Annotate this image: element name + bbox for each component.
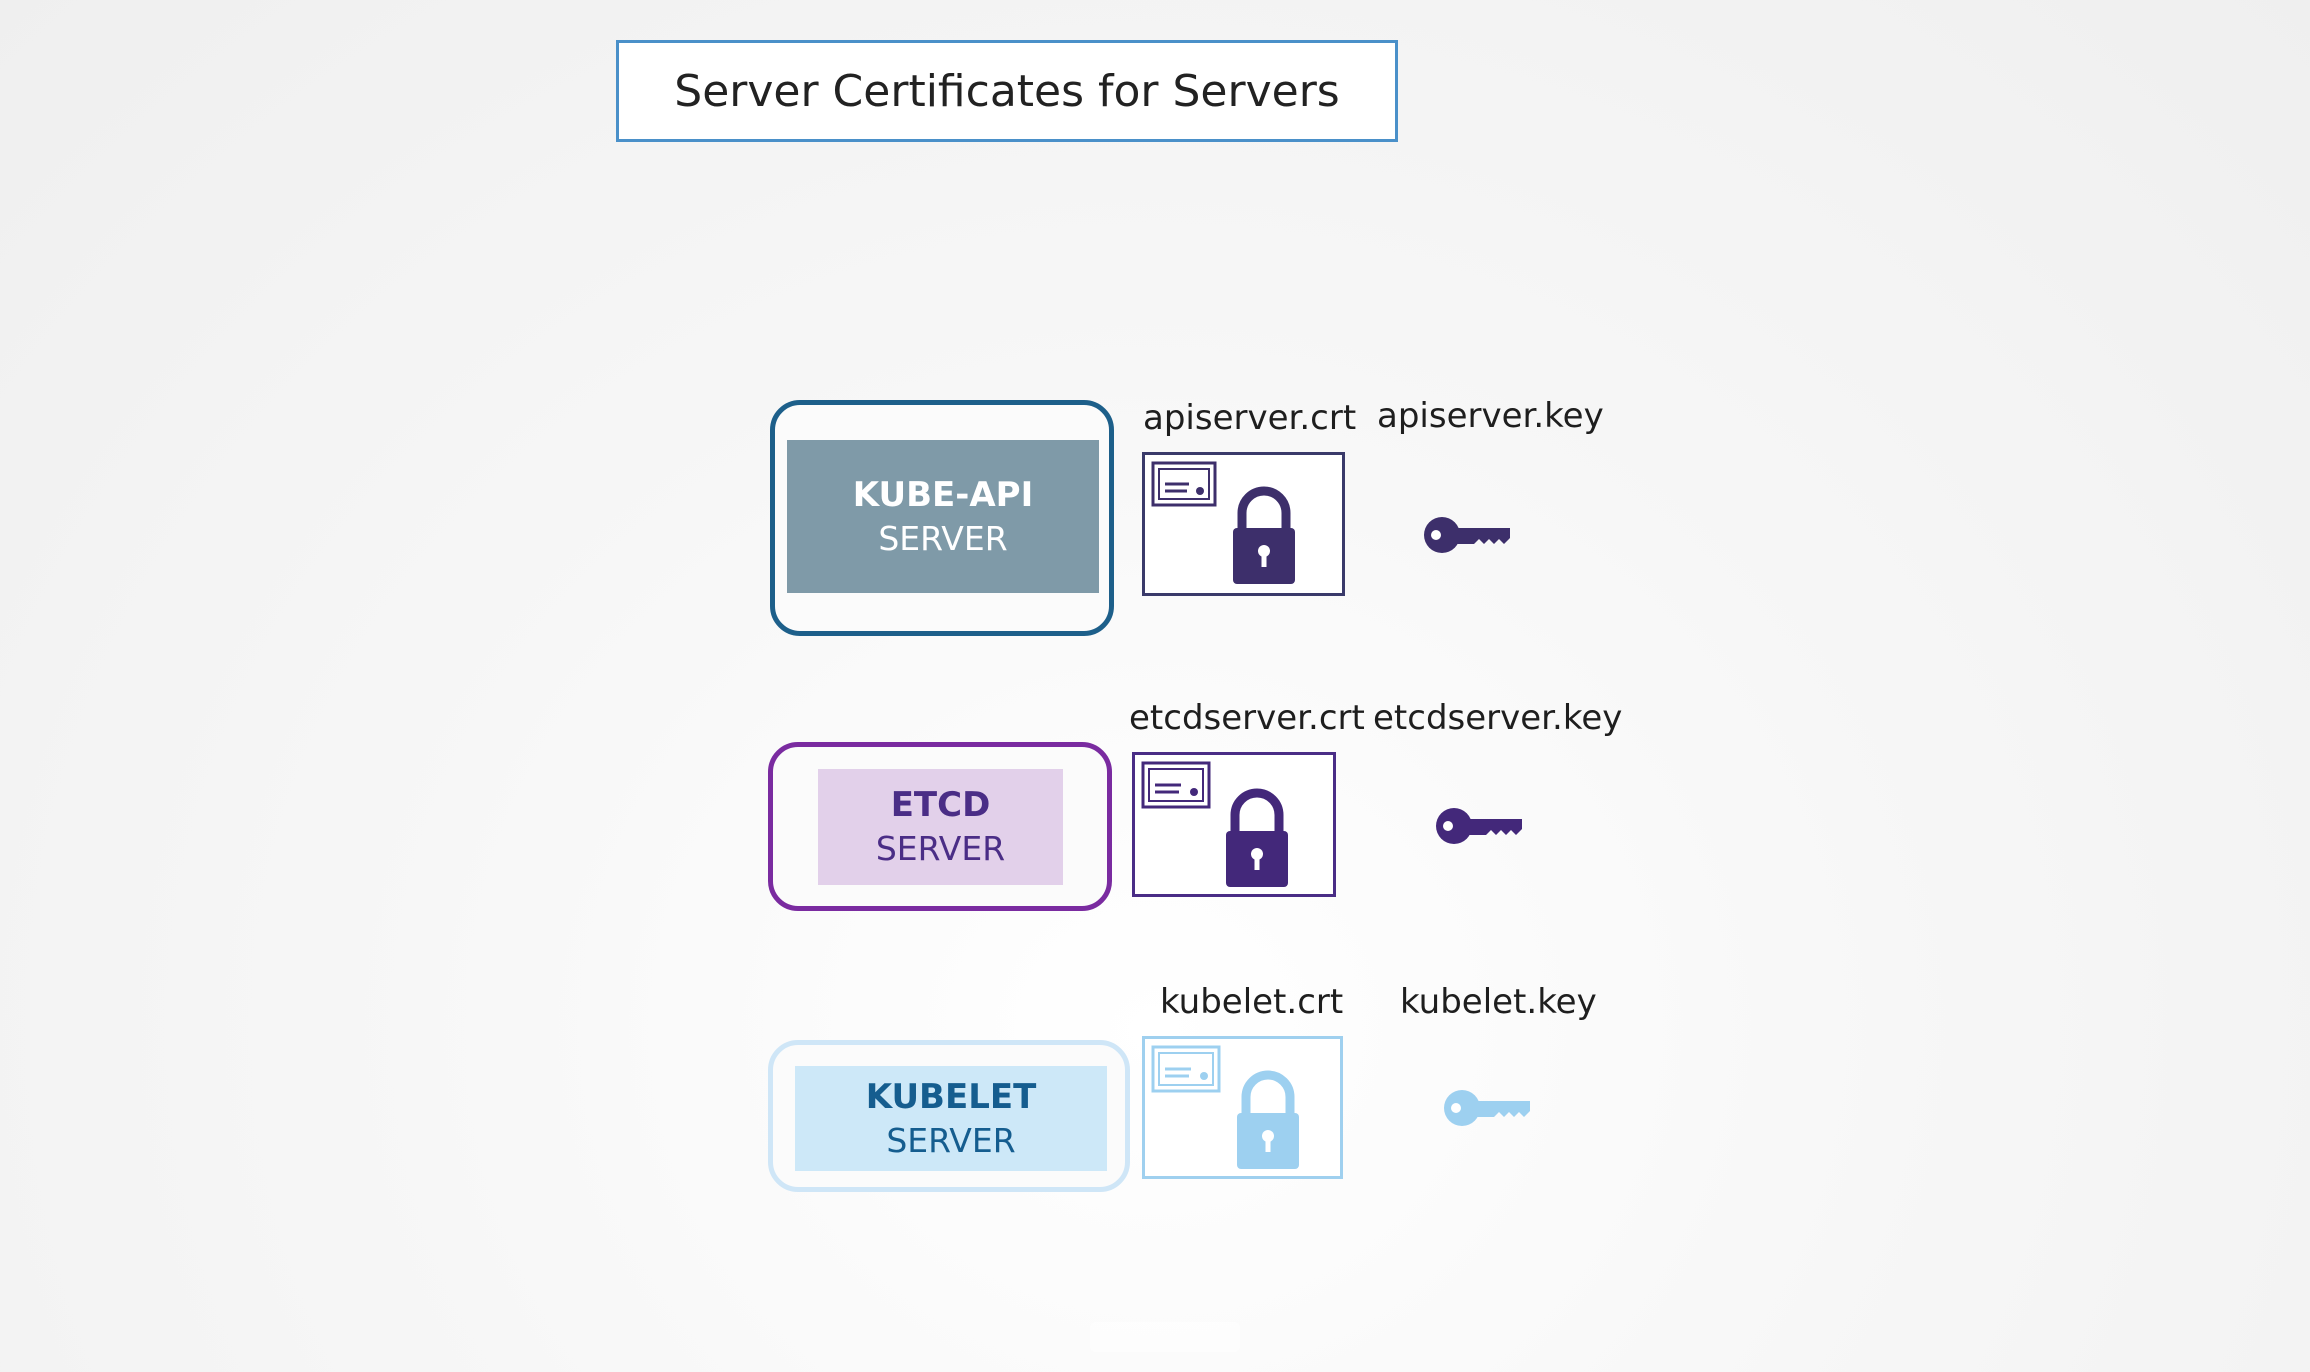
- server-name: ETCD: [890, 785, 991, 825]
- certificate-icon: [1151, 1045, 1221, 1093]
- kubelet-key-icon: [1442, 1083, 1534, 1133]
- page-title: Server Certificates for Servers: [674, 65, 1340, 117]
- certificate-icon: [1141, 761, 1211, 809]
- etcdserver-key-icon: [1434, 801, 1526, 851]
- kube-api-server-label-block: KUBE-API SERVER: [787, 440, 1099, 593]
- cert-file-label: kubelet.crt: [1160, 982, 1344, 1022]
- kubelet-server-label-block: KUBELET SERVER: [795, 1066, 1107, 1171]
- footer-watermark: [1090, 1322, 1240, 1352]
- kubelet-certificate: [1142, 1036, 1343, 1179]
- key-file-label: etcdserver.key: [1373, 698, 1623, 738]
- kubelet-server-box: KUBELET SERVER: [768, 1040, 1130, 1192]
- etcd-server-box: ETCD SERVER: [768, 742, 1112, 911]
- lock-icon: [1237, 1070, 1299, 1169]
- server-subtitle: SERVER: [878, 518, 1008, 558]
- key-file-label: apiserver.key: [1377, 396, 1604, 436]
- server-subtitle: SERVER: [886, 1120, 1016, 1160]
- apiserver-certificate: [1142, 452, 1345, 596]
- lock-icon: [1233, 486, 1295, 584]
- server-name: KUBELET: [865, 1076, 1037, 1117]
- title-box: Server Certificates for Servers: [616, 40, 1398, 142]
- server-name: KUBE-API: [852, 474, 1034, 515]
- lock-icon: [1226, 788, 1288, 887]
- server-subtitle: SERVER: [875, 829, 1006, 868]
- certificate-icon: [1151, 461, 1217, 507]
- cert-file-label: etcdserver.crt: [1129, 698, 1365, 738]
- etcdserver-certificate: [1132, 752, 1336, 897]
- cert-file-label: apiserver.crt: [1143, 398, 1357, 438]
- apiserver-key-icon: [1422, 510, 1514, 560]
- etcd-server-label-block: ETCD SERVER: [818, 769, 1063, 885]
- kube-api-server-box: KUBE-API SERVER: [770, 400, 1114, 636]
- key-file-label: kubelet.key: [1400, 982, 1597, 1022]
